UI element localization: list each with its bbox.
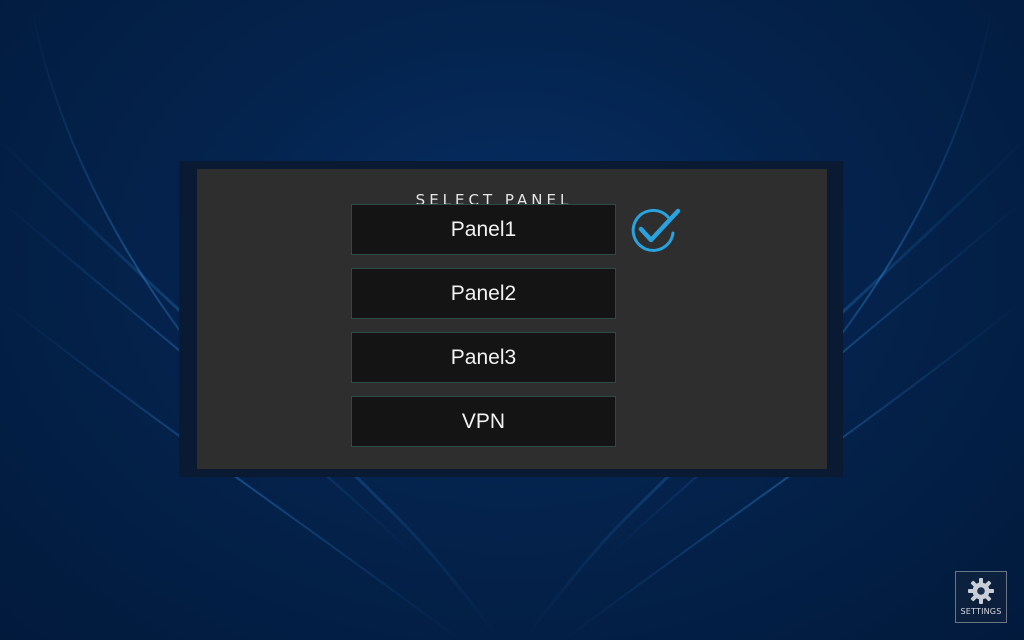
panel-option-vpn[interactable]: VPN <box>351 396 616 447</box>
panel-option-label: Panel3 <box>450 345 517 369</box>
settings-label: SETTINGS <box>960 607 1002 616</box>
gear-icon <box>968 578 994 604</box>
panel-option-panel1[interactable]: Panel1 <box>351 204 616 255</box>
panel-option-panel2[interactable]: Panel2 <box>351 268 616 319</box>
checkmark-circle-icon <box>631 208 681 252</box>
panel-option-label: Panel1 <box>450 217 517 241</box>
panel-option-label: VPN <box>461 409 506 433</box>
panel-option-label: Panel2 <box>450 281 517 305</box>
settings-button[interactable]: SETTINGS <box>955 571 1007 623</box>
panel-option-panel3[interactable]: Panel3 <box>351 332 616 383</box>
